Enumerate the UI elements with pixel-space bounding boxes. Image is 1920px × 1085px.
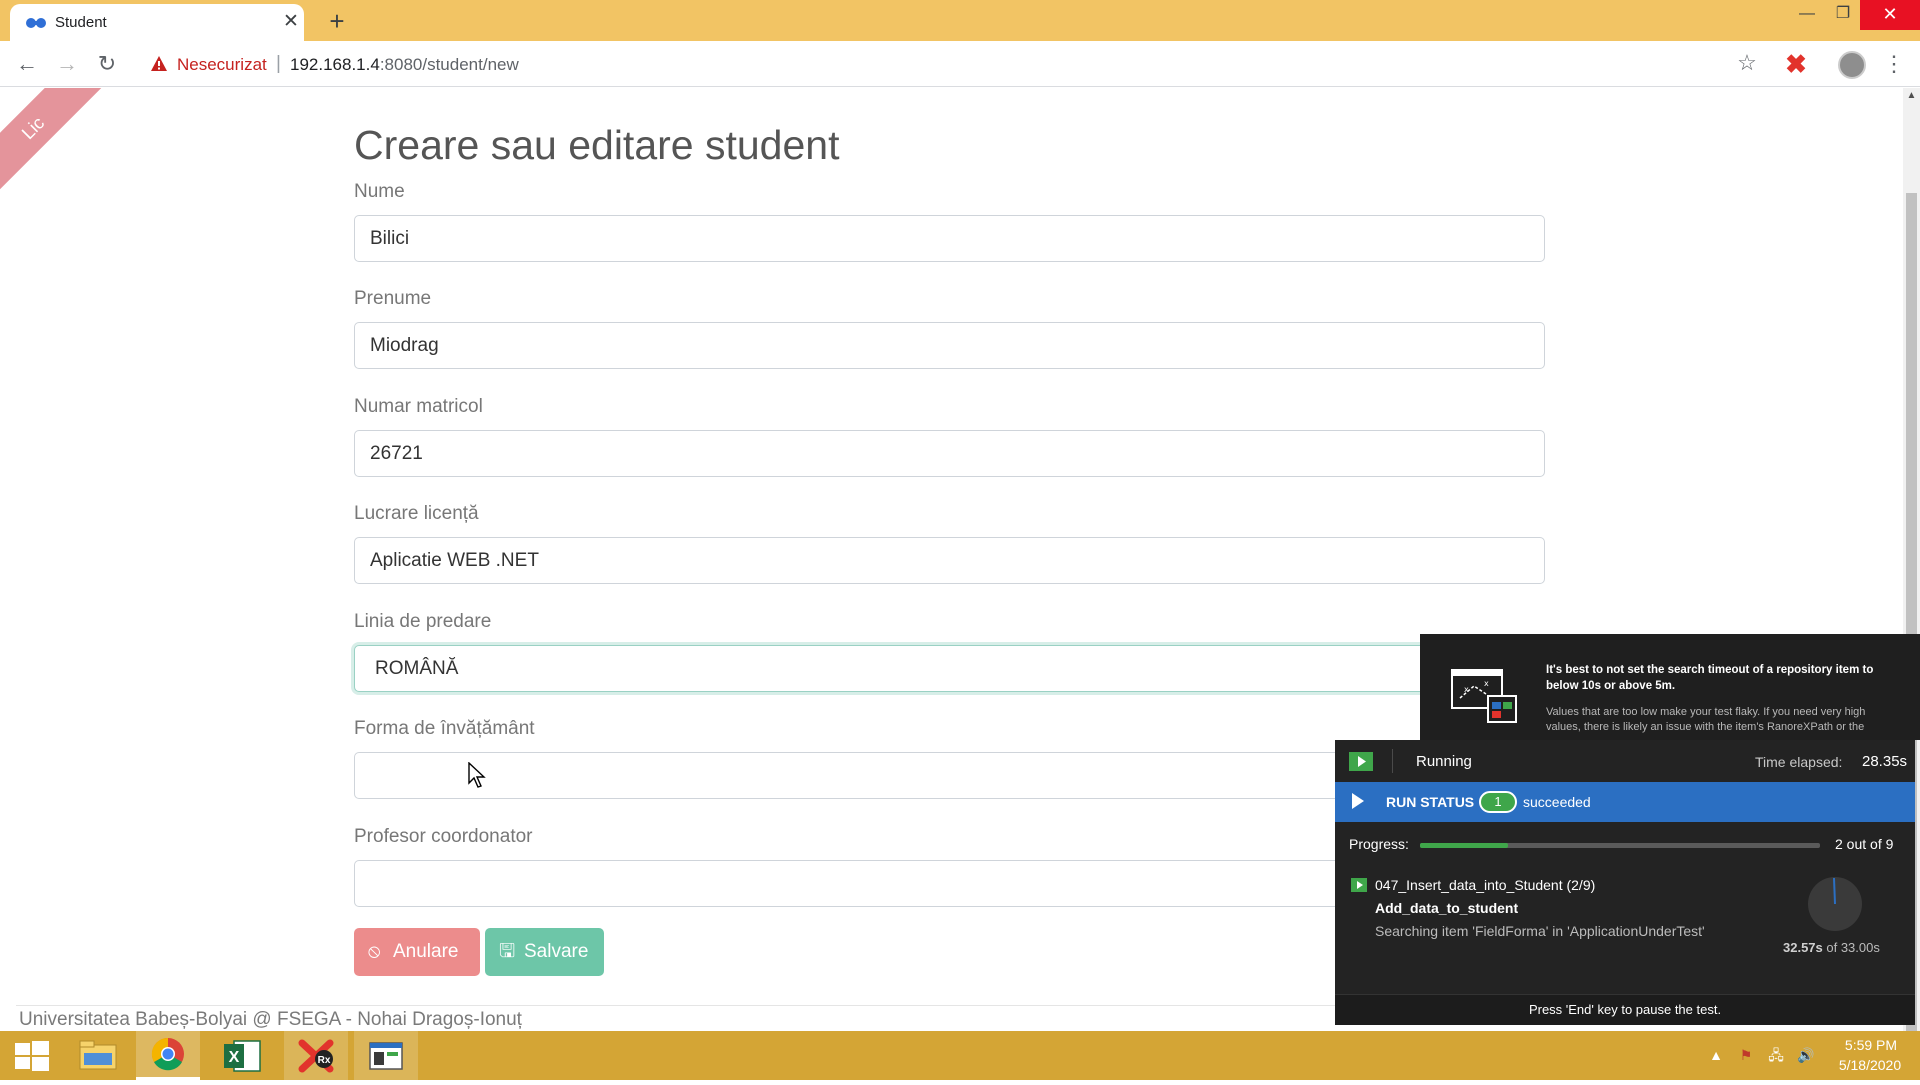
select-linia-de-predare[interactable]: ROMÂNĂ	[354, 645, 1545, 692]
run-status-label: RUN STATUS	[1386, 794, 1475, 810]
taskbar-chrome[interactable]	[136, 1031, 200, 1080]
taskbar-ranorex[interactable]: Rx	[284, 1031, 348, 1080]
report-window-icon	[369, 1042, 403, 1070]
input-prenume[interactable]: Miodrag	[354, 322, 1545, 369]
svg-text:x: x	[1484, 679, 1489, 688]
label-profesor-coordonator: Profesor coordonator	[354, 826, 533, 847]
folder-icon	[79, 1040, 117, 1070]
expand-play-icon[interactable]	[1351, 792, 1365, 810]
tab-title: Student	[55, 14, 107, 31]
taskbar-report-app[interactable]	[354, 1031, 418, 1080]
tip-title: It's best to not set the search timeout …	[1546, 664, 1874, 692]
bookmark-star-icon[interactable]: ☆	[1735, 51, 1759, 75]
current-action: Searching item 'FieldForma' in 'Applicat…	[1375, 923, 1705, 939]
forward-arrow-icon[interactable]: →	[52, 49, 82, 79]
reload-icon[interactable]: ↻	[92, 49, 122, 79]
back-arrow-icon[interactable]: ←	[12, 49, 42, 79]
succeeded-label: succeeded	[1523, 794, 1591, 810]
floppy-disk-icon: 🖫	[499, 941, 516, 962]
page-title: Creare sau editare student	[354, 122, 840, 168]
progress-bar	[1420, 843, 1820, 848]
elapsed-value: 28.35s	[1862, 753, 1908, 770]
timeout-spinner-icon	[1808, 877, 1862, 931]
chrome-icon	[151, 1037, 184, 1071]
address-url: 192.168.1.4:8080/student/new	[290, 55, 519, 75]
progress-count: 2 out of 9	[1835, 836, 1894, 852]
warning-triangle-icon	[151, 56, 167, 71]
mouse-cursor-icon	[468, 762, 486, 788]
not-secure-label: Nesecurizat	[177, 55, 267, 74]
header-separator	[1392, 749, 1393, 773]
page-footer: Universitatea Babeș-Bolyai @ FSEGA - Noh…	[19, 1009, 522, 1030]
start-button[interactable]	[0, 1031, 64, 1080]
pause-hint: Press 'End' key to pause the test.	[1335, 994, 1915, 1025]
url-path: :8080/student/new	[379, 55, 519, 74]
label-numar-matricol: Numar matricol	[354, 396, 483, 417]
browser-tab-strip: Student ✕ + — ❐ ✕	[0, 0, 1920, 41]
profile-avatar[interactable]	[1838, 51, 1866, 79]
ranorex-tip-illustration-icon: x x	[1451, 669, 1517, 723]
address-bar[interactable]: Nesecurizat | 192.168.1.4:8080/student/n…	[136, 46, 1776, 82]
svg-text:Rx: Rx	[318, 1055, 331, 1066]
run-header: Running Time elapsed: 28.35s	[1335, 740, 1915, 782]
clock-date[interactable]: 5/18/2020	[1830, 1057, 1910, 1073]
run-status-bar[interactable]: RUN STATUS 1 succeeded	[1335, 782, 1915, 822]
input-nume[interactable]: Bilici	[354, 215, 1545, 262]
address-separator: |	[276, 53, 281, 74]
network-icon[interactable]: 🖧	[1766, 1043, 1786, 1067]
windows-taskbar: X Rx ▲ ⚑ 🖧 🔊 5:59 PM 5/18/2020	[0, 1031, 1920, 1080]
running-flag-icon	[1349, 752, 1373, 771]
progress-label: Progress:	[1349, 836, 1409, 852]
browser-toolbar: ← → ↻ Nesecurizat | 192.168.1.4:8080/stu…	[0, 41, 1920, 87]
label-prenume: Prenume	[354, 288, 432, 309]
ban-icon: ⦸	[368, 941, 381, 962]
action-center-flag-icon[interactable]: ⚑	[1736, 1043, 1756, 1067]
excel-icon: X	[224, 1040, 261, 1072]
corner-ribbon: Lic	[0, 88, 115, 210]
url-host: 192.168.1.4	[290, 55, 380, 74]
select-linia-de-predare-value: ROMÂNĂ	[375, 658, 459, 679]
elapsed-label: Time elapsed:	[1755, 754, 1843, 770]
tab-close-icon[interactable]: ✕	[280, 11, 302, 33]
svg-text:X: X	[229, 1049, 240, 1066]
search-timeout-timing: 32.57s of 33.00s	[1783, 940, 1880, 955]
label-nume: Nume	[354, 181, 405, 202]
clock-time[interactable]: 5:59 PM	[1836, 1037, 1906, 1053]
cancel-button-label: Anulare	[393, 941, 459, 962]
taskbar-excel[interactable]: X	[210, 1031, 274, 1080]
input-lucrare-licenta[interactable]: Aplicatie WEB .NET	[354, 537, 1545, 584]
run-state: Running	[1416, 753, 1472, 770]
cancel-button[interactable]: ⦸ Anulare	[354, 928, 480, 976]
label-lucrare-licenta: Lucrare licență	[354, 503, 479, 524]
tray-overflow-icon[interactable]: ▲	[1706, 1043, 1726, 1067]
volume-icon[interactable]: 🔊	[1796, 1043, 1816, 1067]
current-test-suite: 047_Insert_data_into_Student (2/9)	[1375, 877, 1596, 893]
succeeded-count-badge: 1	[1479, 791, 1517, 813]
ranorex-tip-panel: x x It's best to not set the search time…	[1420, 634, 1920, 740]
new-tab-icon[interactable]: +	[322, 6, 352, 36]
current-test-case: Add_data_to_student	[1375, 900, 1519, 916]
tip-body: Values that are too low make your test f…	[1546, 706, 1866, 733]
ranorex-extension-icon[interactable]: ✖	[1782, 51, 1810, 77]
timing-current: 32.57s	[1783, 940, 1823, 955]
scroll-up-arrow-icon[interactable]: ▲	[1903, 90, 1920, 106]
input-numar-matricol[interactable]: 26721	[354, 430, 1545, 477]
label-linia-de-predare: Linia de predare	[354, 611, 492, 632]
ranorex-run-panel: Running Time elapsed: 28.35s RUN STATUS …	[1335, 740, 1915, 1025]
ranorex-studio-icon: Rx	[298, 1039, 334, 1073]
timing-total: of 33.00s	[1822, 940, 1880, 955]
student-favicon-icon	[26, 18, 46, 28]
windows-logo-icon	[15, 1041, 49, 1071]
label-forma-de-invatamant: Forma de învățământ	[354, 718, 535, 739]
save-button[interactable]: 🖫 Salvare	[485, 928, 604, 976]
taskbar-file-explorer[interactable]	[66, 1031, 130, 1080]
browser-menu-icon[interactable]: ⋮	[1882, 50, 1906, 78]
save-button-label: Salvare	[524, 941, 589, 962]
window-close-icon[interactable]: ✕	[1860, 0, 1920, 30]
svg-text:x: x	[1464, 685, 1469, 694]
progress-bar-fill	[1420, 843, 1508, 848]
test-suite-icon	[1351, 878, 1367, 892]
tab-student[interactable]: Student ✕	[10, 4, 304, 41]
